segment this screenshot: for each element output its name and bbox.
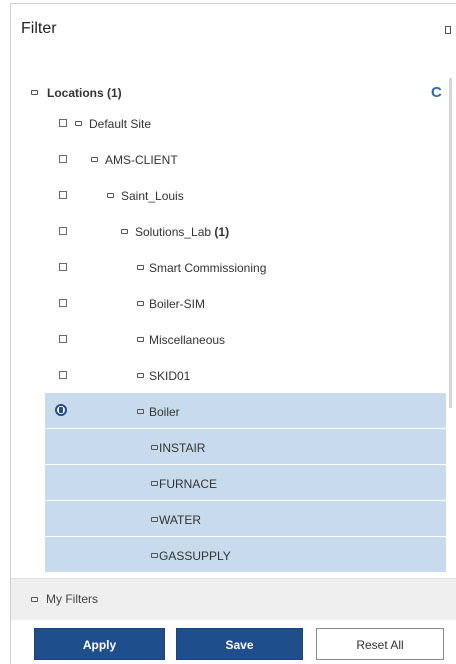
scroll-thumb[interactable]	[449, 78, 452, 408]
locations-count: (1)	[107, 86, 122, 100]
collapse-icon[interactable]	[137, 409, 144, 414]
tree-item-text: Solutions_Lab	[135, 225, 212, 239]
collapse-icon[interactable]	[151, 517, 158, 522]
refresh-icon[interactable]: C	[431, 84, 442, 101]
tree-item-water[interactable]: WATER	[45, 501, 446, 537]
tree-item-default-site[interactable]: Default Site	[45, 105, 446, 141]
locations-label-text: Locations	[47, 86, 104, 100]
my-filters-label: My Filters	[46, 592, 98, 606]
tree-item-solutions-lab[interactable]: Solutions_Lab (1)	[45, 213, 446, 249]
reset-all-button[interactable]: Reset All	[316, 628, 444, 660]
tree-item-label: Miscellaneous	[149, 333, 226, 347]
tree-item-boiler-sim[interactable]: Boiler-SIM	[45, 285, 446, 321]
tree-item-boiler[interactable]: Boiler	[45, 393, 446, 429]
tree-item-label: Solutions_Lab (1)	[135, 225, 229, 239]
tree-item-furnace[interactable]: FURNACE	[45, 465, 446, 501]
collapse-icon[interactable]	[137, 337, 144, 342]
tree-scrollbar[interactable]	[448, 74, 454, 574]
checkbox[interactable]	[59, 119, 67, 127]
collapse-icon[interactable]	[91, 157, 98, 162]
tree-item-label: Saint_Louis	[121, 189, 184, 203]
tree-item-label: Boiler	[149, 405, 180, 419]
panel-title: Filter	[21, 20, 57, 37]
checkbox[interactable]	[59, 227, 67, 235]
tree-item-gassupply[interactable]: GASSUPPLY	[45, 537, 446, 573]
tree-item-saint-louis[interactable]: Saint_Louis	[45, 177, 446, 213]
tree-item-label: GASSUPPLY	[159, 549, 231, 563]
tree-item-label: SKID01	[149, 369, 191, 383]
locations-label: Locations (1)	[47, 86, 122, 100]
collapse-icon[interactable]	[31, 90, 38, 95]
tree-item-skid01[interactable]: SKID01	[45, 357, 446, 393]
expand-icon[interactable]	[31, 597, 38, 602]
tree-item-miscellaneous[interactable]: Miscellaneous	[45, 321, 446, 357]
checkbox[interactable]	[59, 299, 67, 307]
collapse-icon[interactable]	[151, 481, 158, 486]
collapse-icon[interactable]	[75, 121, 82, 126]
filter-header: Filter	[11, 4, 456, 54]
partial-checkbox[interactable]	[55, 404, 67, 416]
tree-item-count: (1)	[214, 225, 230, 239]
checkbox[interactable]	[59, 155, 67, 163]
collapse-icon[interactable]	[151, 553, 158, 558]
collapse-icon[interactable]	[121, 229, 128, 234]
tree-item-label: Smart Commissioning	[149, 261, 267, 275]
tree-item-ams-client[interactable]: AMS-CLIENT	[45, 141, 446, 177]
save-button[interactable]: Save	[176, 628, 303, 660]
checkbox[interactable]	[59, 371, 67, 379]
tree-item-smart-commissioning[interactable]: Smart Commissioning	[45, 249, 446, 285]
collapse-icon[interactable]	[151, 445, 158, 450]
checkbox[interactable]	[59, 191, 67, 199]
apply-button[interactable]: Apply	[34, 628, 165, 660]
checkbox[interactable]	[59, 335, 67, 343]
tree-item-label: WATER	[159, 513, 201, 527]
tree-item-label: INSTAIR	[159, 441, 206, 455]
locations-header[interactable]: Locations (1) C	[25, 83, 445, 103]
collapse-icon[interactable]	[107, 193, 114, 198]
tree-item-label: Default Site	[89, 117, 152, 131]
my-filters-section[interactable]: My Filters	[11, 578, 456, 620]
locations-tree: Locations (1) C Default Site AMS-CLIENT …	[11, 74, 456, 574]
tree-item-instair[interactable]: INSTAIR	[45, 429, 446, 465]
tree-item-partial	[45, 573, 446, 574]
collapse-icon[interactable]	[137, 265, 144, 270]
tree-item-label: FURNACE	[159, 477, 218, 491]
tree-item-label: Boiler-SIM	[149, 297, 206, 311]
collapse-icon[interactable]	[137, 373, 144, 378]
collapse-icon[interactable]	[137, 301, 144, 306]
filter-panel: Filter Locations (1) C Default Site AMS-…	[10, 3, 456, 664]
tree-item-label: AMS-CLIENT	[105, 153, 178, 167]
close-icon[interactable]	[445, 26, 451, 34]
checkbox[interactable]	[59, 263, 67, 271]
